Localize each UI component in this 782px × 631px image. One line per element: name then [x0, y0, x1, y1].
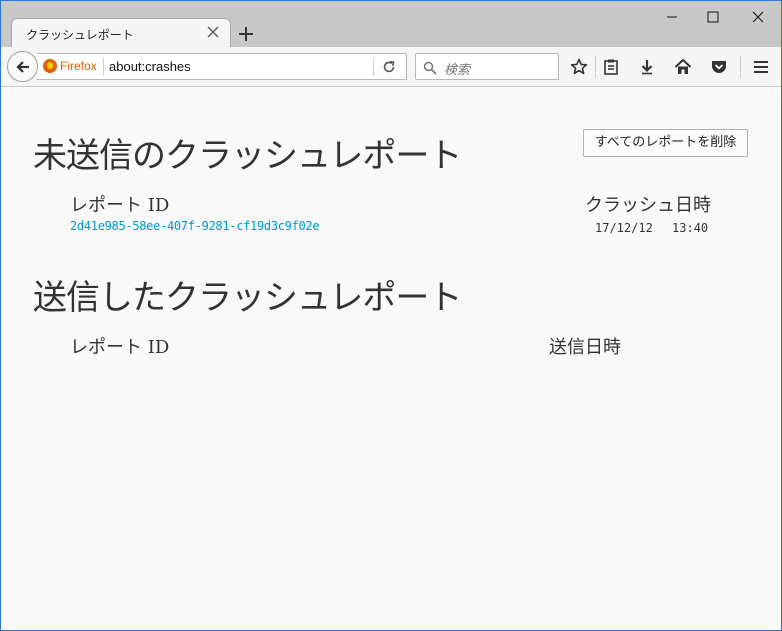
- url-separator: [103, 58, 104, 76]
- pocket-icon[interactable]: [709, 57, 729, 77]
- submitted-col-id: レポート ID: [70, 337, 170, 358]
- browser-window: クラッシュレポート Firefox about:crashes 検索 未送信のク…: [0, 0, 782, 631]
- tab-title: クラッシュレポート: [26, 28, 134, 42]
- unsubmitted-heading: 未送信のクラッシュレポート: [33, 136, 462, 176]
- nav-bar: Firefox about:crashes 検索: [1, 47, 781, 87]
- reload-separator: [373, 58, 374, 76]
- toolbar-separator: [595, 56, 596, 78]
- clear-all-reports-button[interactable]: すべてのレポートを削除: [583, 129, 748, 157]
- minimize-icon[interactable]: [657, 5, 687, 29]
- identity-label: Firefox: [60, 59, 97, 73]
- unsubmitted-col-id: レポート ID: [70, 195, 170, 216]
- tab-strip: クラッシュレポート: [1, 1, 781, 47]
- search-placeholder: 検索: [444, 63, 471, 78]
- plus-icon[interactable]: [235, 23, 257, 45]
- tab-crash-reports[interactable]: クラッシュレポート: [11, 18, 231, 47]
- toolbar-separator: [740, 56, 741, 78]
- close-icon[interactable]: [204, 23, 222, 41]
- report-id-link[interactable]: 2d41e985-58ee-407f-9281-cf19d3c9f02e: [70, 219, 320, 233]
- unsubmitted-col-date: クラッシュ日時: [585, 195, 711, 216]
- url-input[interactable]: about:crashes: [109, 59, 191, 74]
- report-crash-date: 17/12/12 13:40: [595, 221, 709, 235]
- reload-icon[interactable]: [381, 59, 397, 75]
- maximize-icon[interactable]: [698, 5, 728, 29]
- hamburger-icon[interactable]: [751, 57, 771, 77]
- arrow-left-icon: [16, 61, 29, 73]
- page-content: 未送信のクラッシュレポート すべてのレポートを削除 レポート ID クラッシュ日…: [1, 88, 781, 630]
- star-icon[interactable]: [569, 57, 589, 77]
- submitted-heading: 送信したクラッシュレポート: [33, 278, 462, 318]
- firefox-logo-icon: [43, 59, 57, 73]
- window-close-icon[interactable]: [743, 5, 773, 29]
- search-bar[interactable]: 検索: [415, 53, 559, 80]
- home-icon[interactable]: [673, 57, 693, 77]
- magnifier-icon: [423, 60, 437, 75]
- back-button[interactable]: [7, 51, 38, 82]
- download-icon[interactable]: [637, 57, 657, 77]
- submitted-col-date: 送信日時: [549, 337, 621, 358]
- clipboard-icon[interactable]: [601, 57, 621, 77]
- url-bar[interactable]: Firefox about:crashes: [37, 53, 407, 80]
